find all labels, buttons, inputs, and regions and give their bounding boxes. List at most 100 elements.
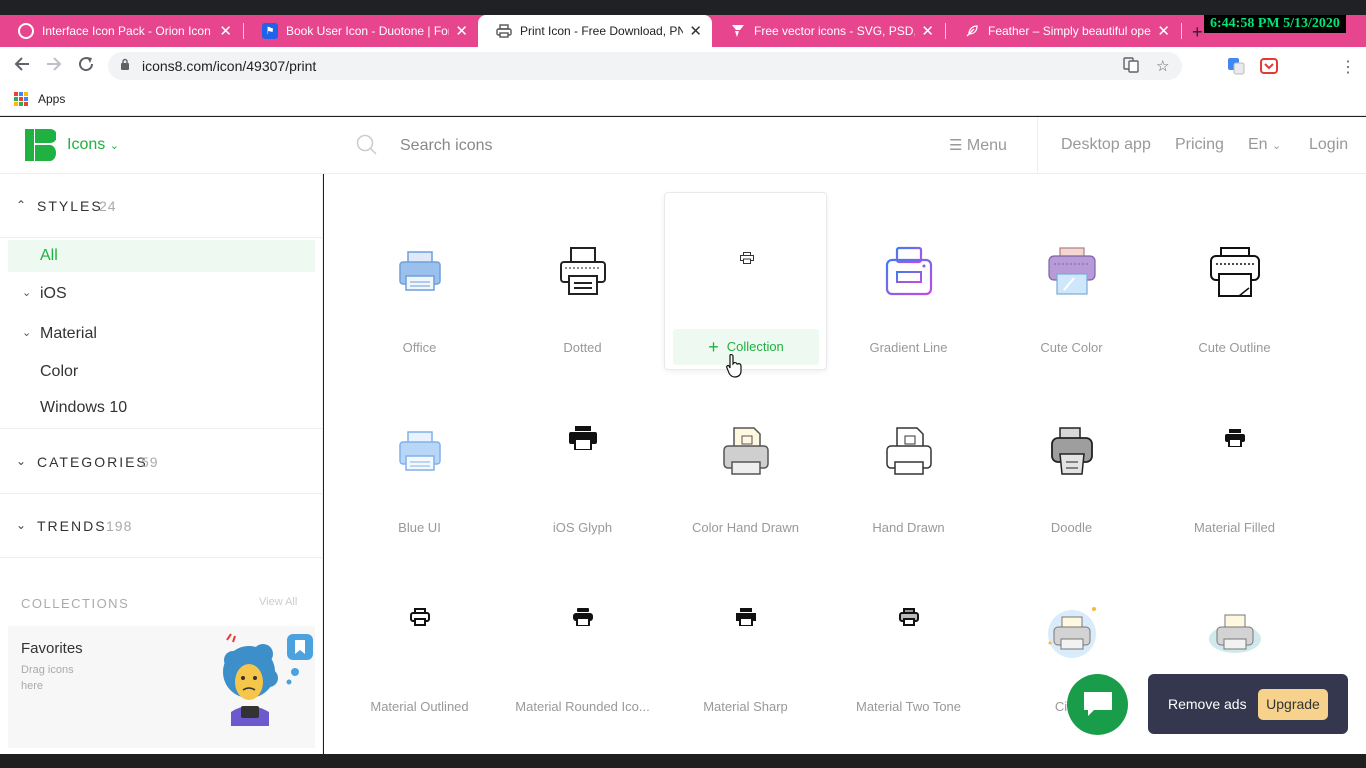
- login-link[interactable]: Login: [1309, 136, 1348, 154]
- printer-material-rounded-icon: [573, 608, 593, 626]
- apps-grid-icon[interactable]: [14, 92, 28, 106]
- language-dropdown[interactable]: En ⌄: [1248, 136, 1281, 154]
- favorites-title: Favorites: [21, 640, 83, 657]
- pocket-icon[interactable]: [1260, 57, 1278, 79]
- style-item-label: Color: [40, 363, 79, 380]
- tab-title: Print Icon - Free Download, PNG: [520, 24, 684, 38]
- tab-title: Book User Icon - Duotone | Font: [286, 24, 450, 38]
- printer-material-filled-icon: [1225, 429, 1245, 447]
- close-tab-icon[interactable]: ✕: [455, 24, 468, 39]
- add-to-collection-button[interactable]: + Collection: [673, 329, 819, 365]
- printer-gradient-line-icon: [885, 246, 933, 296]
- menu-label: Menu: [966, 137, 1007, 154]
- kebab-menu-icon[interactable]: ⋮: [1340, 57, 1356, 77]
- icon-style-name: Gradient Line: [869, 340, 948, 355]
- brand-dropdown[interactable]: Icons ⌄: [67, 136, 119, 154]
- bookmark-star-icon[interactable]: ☆: [1156, 57, 1169, 75]
- icon-style-name: Office: [402, 340, 437, 355]
- icon-style-name: Material Sharp: [703, 699, 788, 714]
- icon-card[interactable]: Gradient Line: [827, 192, 990, 370]
- browser-tab[interactable]: ⚑ Book User Icon - Duotone | Font ✕: [244, 15, 478, 47]
- close-tab-icon[interactable]: ✕: [219, 24, 232, 39]
- printer-ios-glyph-icon: [569, 426, 597, 450]
- tab-title: Interface Icon Pack - Orion Icon: [42, 24, 211, 38]
- style-item-all[interactable]: All: [8, 240, 315, 272]
- icon-card[interactable]: Cute Color: [990, 192, 1153, 370]
- style-item-ios[interactable]: ⌄ iOS: [8, 278, 315, 310]
- icon-style-name: Cute Outline: [1198, 340, 1271, 355]
- chat-bubble-icon: [1084, 692, 1112, 716]
- style-item-color[interactable]: Color: [8, 356, 315, 388]
- collections-label: COLLECTIONS: [21, 596, 130, 611]
- icon-style-name: Blue UI: [398, 520, 441, 535]
- icon-style-name: Material Rounded Ico...: [515, 699, 650, 714]
- categories-section-header[interactable]: ⌄ CATEGORIES 59: [0, 430, 323, 492]
- style-item-label: Windows 10: [40, 399, 128, 416]
- trends-count: 198: [106, 518, 133, 534]
- flag-icon: ⚑: [262, 23, 278, 39]
- printer-windows10-icon: [740, 252, 754, 264]
- close-tab-icon[interactable]: ✕: [689, 24, 702, 39]
- browser-tab-strip: Interface Icon Pack - Orion Icon ✕ ⚑ Boo…: [0, 15, 1366, 47]
- icon-card[interactable]: Dotted: [501, 192, 664, 370]
- trends-label: TRENDS: [37, 518, 107, 534]
- icon-card[interactable]: Material Sharp: [664, 551, 827, 729]
- browser-tab[interactable]: Feather – Simply beautiful open ✕: [946, 15, 1180, 47]
- chevron-down-icon: ⌄: [22, 287, 32, 299]
- browser-tab[interactable]: Free vector icons - SVG, PSD, PI ✕: [712, 15, 944, 47]
- orion-icon: [18, 23, 34, 39]
- icon-card[interactable]: Cute Outline: [1153, 192, 1316, 370]
- desktop-app-link[interactable]: Desktop app: [1061, 136, 1151, 154]
- divider: [0, 428, 323, 429]
- icon-card[interactable]: Doodle: [990, 372, 1153, 550]
- hamburger-icon: ☰: [949, 137, 963, 154]
- forward-arrow-icon[interactable]: [42, 55, 66, 77]
- icon-card[interactable]: Color Hand Drawn: [664, 372, 827, 550]
- apps-link[interactable]: Apps: [38, 92, 65, 106]
- style-item-label: iOS: [40, 285, 67, 302]
- google-translate-icon[interactable]: [1227, 57, 1245, 79]
- style-item-windows10[interactable]: Windows 10: [8, 392, 315, 424]
- icon-card-hovered[interactable]: + Collection: [664, 192, 827, 370]
- icon-card[interactable]: Material Outlined: [338, 551, 501, 729]
- printer-dotted-icon: [560, 247, 606, 295]
- browser-tab-active[interactable]: Print Icon - Free Download, PNG ✕: [478, 15, 712, 47]
- trends-section-header[interactable]: ⌄ TRENDS 198: [0, 494, 323, 556]
- reload-icon[interactable]: [74, 55, 98, 77]
- favorites-collection-card[interactable]: Favorites Drag icons here: [8, 626, 315, 748]
- printer-hand-drawn-icon: [886, 427, 932, 475]
- menu-button[interactable]: ☰ Menu: [949, 136, 1007, 155]
- icon-style-name: Material Two Tone: [855, 699, 962, 714]
- search-input[interactable]: [400, 133, 800, 159]
- browser-tab[interactable]: Interface Icon Pack - Orion Icon ✕: [0, 15, 242, 47]
- styles-section-header[interactable]: ⌃ STYLES 24: [0, 174, 323, 236]
- close-tab-icon[interactable]: ✕: [921, 24, 934, 39]
- icon-card[interactable]: Hand Drawn: [827, 372, 990, 550]
- icon-card[interactable]: Material Two Tone: [827, 551, 990, 729]
- icon-card[interactable]: iOS Glyph: [501, 372, 664, 550]
- icon-card[interactable]: Office: [338, 192, 501, 370]
- close-tab-icon[interactable]: ✕: [1157, 24, 1170, 39]
- new-tab-icon[interactable]: +: [1192, 22, 1203, 43]
- icons8-logo-icon[interactable]: [25, 129, 56, 161]
- address-bar[interactable]: icons8.com/icon/49307/print ☆: [108, 52, 1182, 80]
- icon-card[interactable]: Material Filled: [1153, 372, 1316, 550]
- chat-button[interactable]: [1067, 674, 1128, 735]
- back-arrow-icon[interactable]: [10, 55, 34, 77]
- style-item-material[interactable]: ⌄ Material: [8, 318, 315, 350]
- categories-label: CATEGORIES: [37, 454, 148, 470]
- collection-label: Collection: [726, 339, 784, 354]
- pricing-link[interactable]: Pricing: [1175, 136, 1224, 154]
- tab-title: Free vector icons - SVG, PSD, PI: [754, 24, 916, 38]
- icon-style-name: Color Hand Drawn: [692, 520, 799, 535]
- printer-material-outlined-icon: [410, 608, 430, 626]
- upgrade-button[interactable]: Upgrade: [1258, 689, 1328, 720]
- view-all-link[interactable]: View All: [259, 596, 297, 608]
- search-icon: [356, 134, 377, 155]
- icon-card[interactable]: Blue UI: [338, 372, 501, 550]
- icon-card[interactable]: Material Rounded Ico...: [501, 551, 664, 729]
- chevron-down-icon: ⌄: [22, 327, 32, 339]
- translate-icon[interactable]: [1123, 57, 1139, 77]
- printer-office-icon: [399, 251, 441, 291]
- icon-style-name: Doodle: [1050, 520, 1093, 535]
